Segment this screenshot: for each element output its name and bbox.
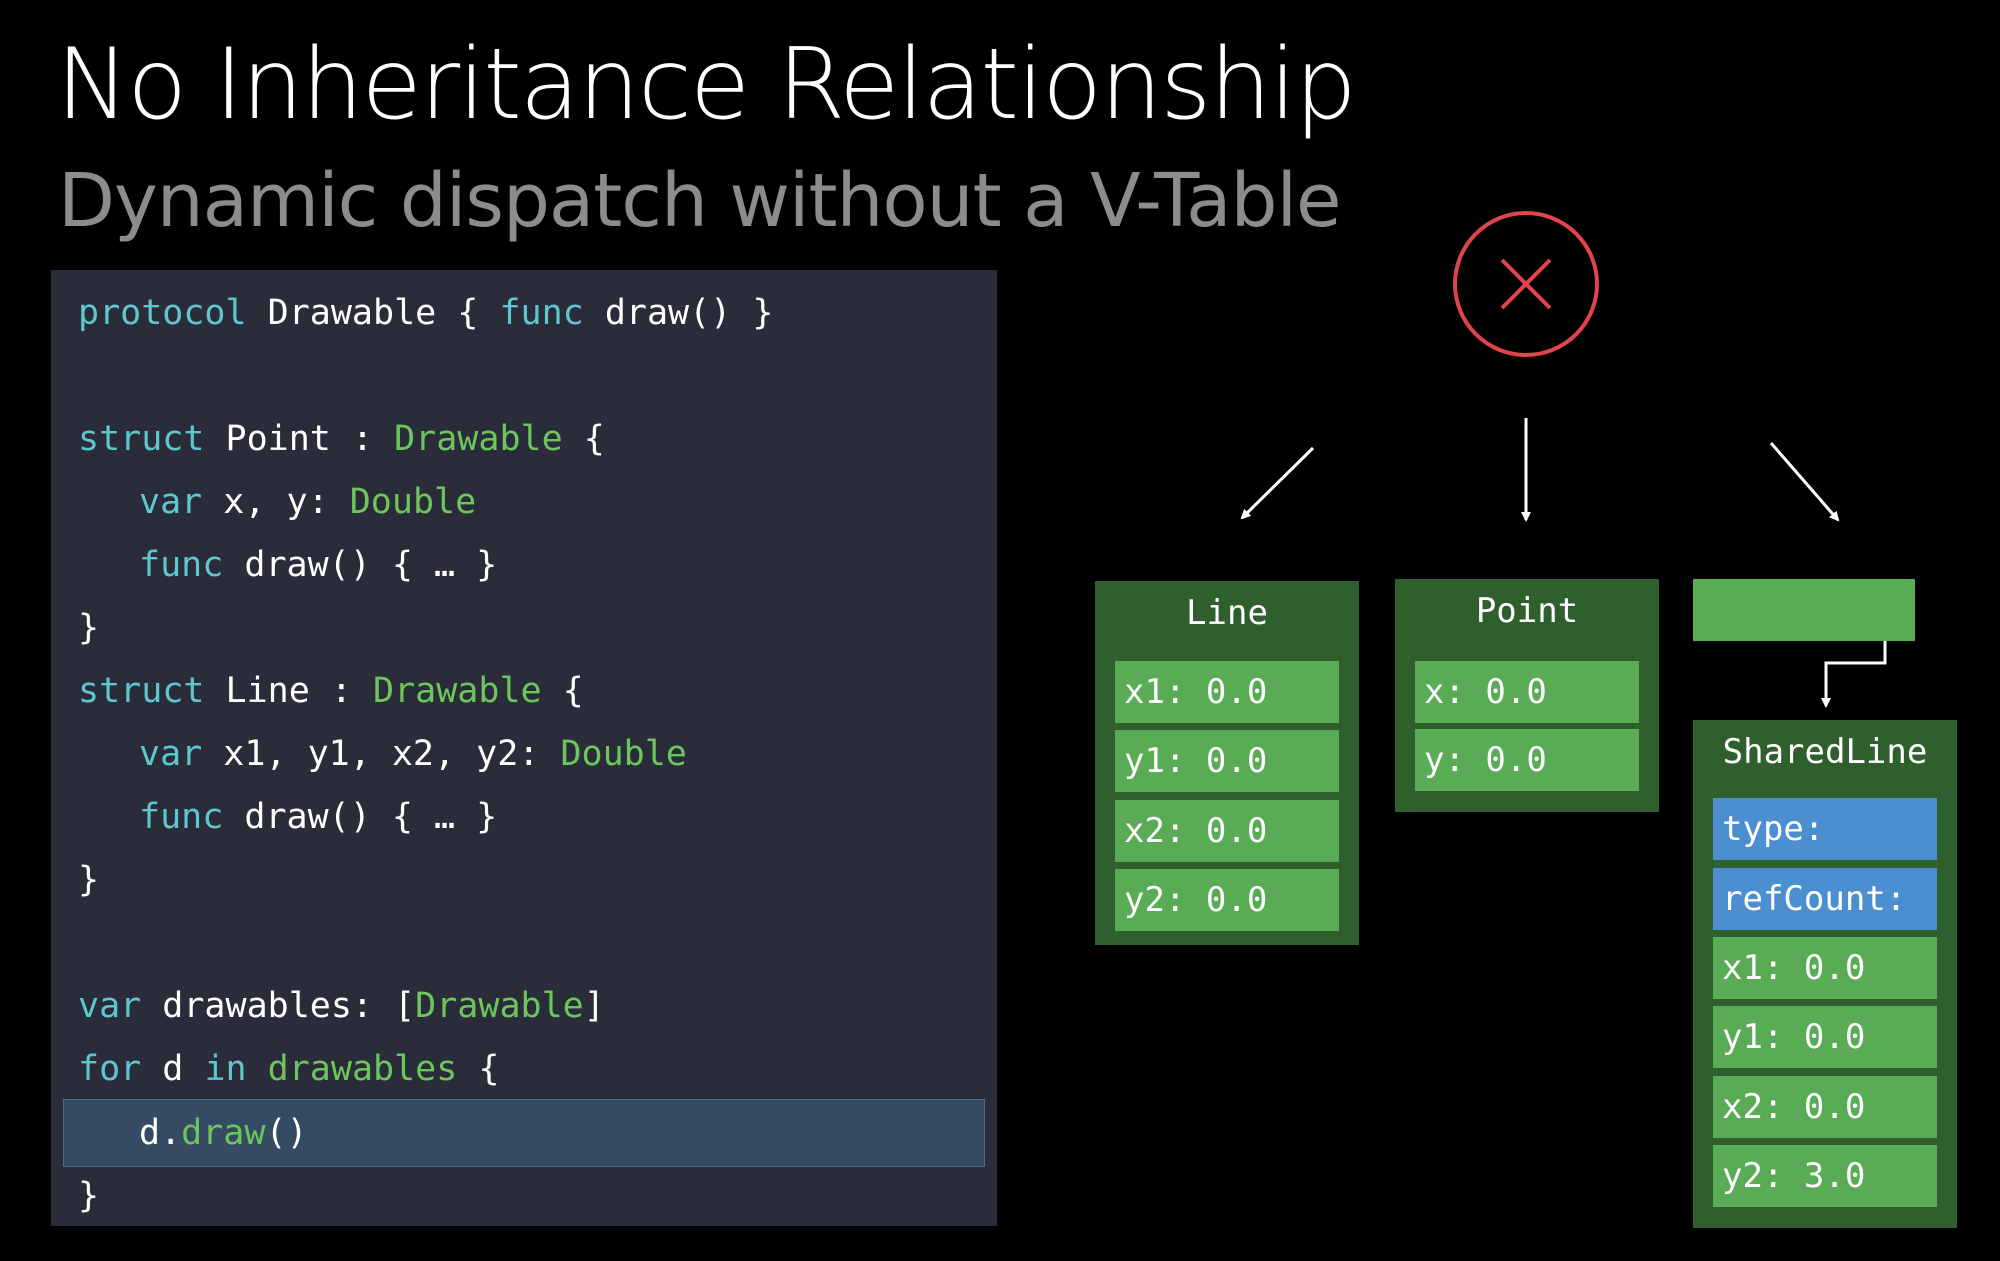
line-box-title: Line: [1186, 593, 1268, 633]
point-box: Point x: 0.0 y: 0.0: [1395, 579, 1659, 812]
code-text: x, y:: [202, 482, 350, 522]
code-panel: protocol Drawable { func draw() } struct…: [51, 270, 997, 1226]
sharedline-field-y1: y1: 0.0: [1713, 1006, 1937, 1068]
arrow-to-line: [1240, 446, 1315, 520]
reference-bar: [1693, 579, 1915, 641]
code-line-7: struct Line : Drawable {: [78, 660, 584, 723]
code-text: (): [265, 1113, 308, 1153]
code-line-8: var x1, y1, x2, y2: Double: [139, 723, 687, 786]
code-line-3: struct Point : Drawable {: [78, 408, 605, 471]
slide-title: No Inheritance Relationship: [56, 28, 1357, 142]
keyword: func: [499, 293, 584, 333]
keyword: protocol: [78, 293, 247, 333]
code-line-12: var drawables: [Drawable]: [78, 975, 605, 1038]
code-text: Line :: [204, 671, 374, 711]
code-text: }: [78, 608, 100, 648]
code-text: x1, y1, x2, y2:: [202, 734, 561, 774]
slide-subtitle: Dynamic dispatch without a V-Table: [58, 158, 1342, 244]
point-field-x: x: 0.0: [1415, 661, 1639, 723]
type-name: Double: [349, 482, 477, 522]
keyword: for: [78, 1049, 142, 1089]
sharedline-field-refcount: refCount:: [1713, 868, 1937, 930]
code-line-15: }: [78, 1165, 99, 1228]
sharedline-box-title: SharedLine: [1722, 732, 1928, 772]
keyword: var: [139, 734, 203, 774]
code-text: Drawable {: [246, 293, 500, 333]
code-line-10: }: [78, 849, 99, 912]
type-name: Drawable: [373, 671, 542, 711]
keyword: func: [139, 545, 224, 585]
code-line-6: }: [78, 597, 99, 660]
type-name: Drawable: [415, 986, 584, 1026]
code-line-9: func draw() { … }: [139, 786, 497, 849]
keyword: var: [139, 482, 203, 522]
code-text: Point :: [204, 419, 395, 459]
line-box: Line x1: 0.0 y1: 0.0 x2: 0.0 y2: 0.0: [1095, 581, 1359, 945]
type-name: Double: [560, 734, 687, 774]
code-text: draw() { … }: [223, 797, 498, 837]
code-text: draw() }: [583, 293, 774, 333]
code-line-14: d.draw(): [139, 1102, 308, 1165]
code-text: }: [78, 1176, 100, 1216]
type-name: drawables: [246, 1049, 458, 1089]
code-text: {: [541, 671, 584, 711]
method-name: draw: [181, 1113, 266, 1153]
code-text: d.: [139, 1113, 182, 1153]
type-name: Drawable: [394, 419, 563, 459]
keyword: struct: [78, 671, 205, 711]
code-text: drawables: [: [141, 986, 416, 1026]
point-box-title: Point: [1475, 591, 1579, 631]
sharedline-box: SharedLine type: refCount: x1: 0.0 y1: 0…: [1693, 720, 1957, 1228]
keyword: var: [78, 986, 142, 1026]
sharedline-field-x2: x2: 0.0: [1713, 1076, 1937, 1138]
keyword: struct: [78, 419, 205, 459]
sharedline-field-type: type:: [1713, 798, 1937, 860]
keyword: in: [204, 1049, 247, 1089]
keyword: func: [139, 797, 224, 837]
code-line-13: for d in drawables {: [78, 1038, 499, 1101]
line-field-y1: y1: 0.0: [1115, 730, 1339, 792]
code-line-1: protocol Drawable { func draw() }: [78, 282, 773, 345]
sharedline-field-x1: x1: 0.0: [1713, 937, 1937, 999]
arrow-to-shared: [1769, 442, 1840, 522]
point-field-y: y: 0.0: [1415, 729, 1639, 791]
code-line-5: func draw() { … }: [139, 534, 497, 597]
line-field-y2: y2: 0.0: [1115, 869, 1339, 931]
code-line-4: var x, y: Double: [139, 471, 476, 534]
code-text: {: [562, 419, 605, 459]
code-text: }: [78, 860, 100, 900]
line-field-x2: x2: 0.0: [1115, 800, 1339, 862]
sharedline-field-y2: y2: 3.0: [1713, 1145, 1937, 1207]
code-text: {: [457, 1049, 500, 1089]
x-icon: [1453, 211, 1599, 357]
code-text: draw() { … }: [223, 545, 498, 585]
code-text: d: [141, 1049, 205, 1089]
line-field-x1: x1: 0.0: [1115, 661, 1339, 723]
code-text: ]: [583, 986, 605, 1026]
